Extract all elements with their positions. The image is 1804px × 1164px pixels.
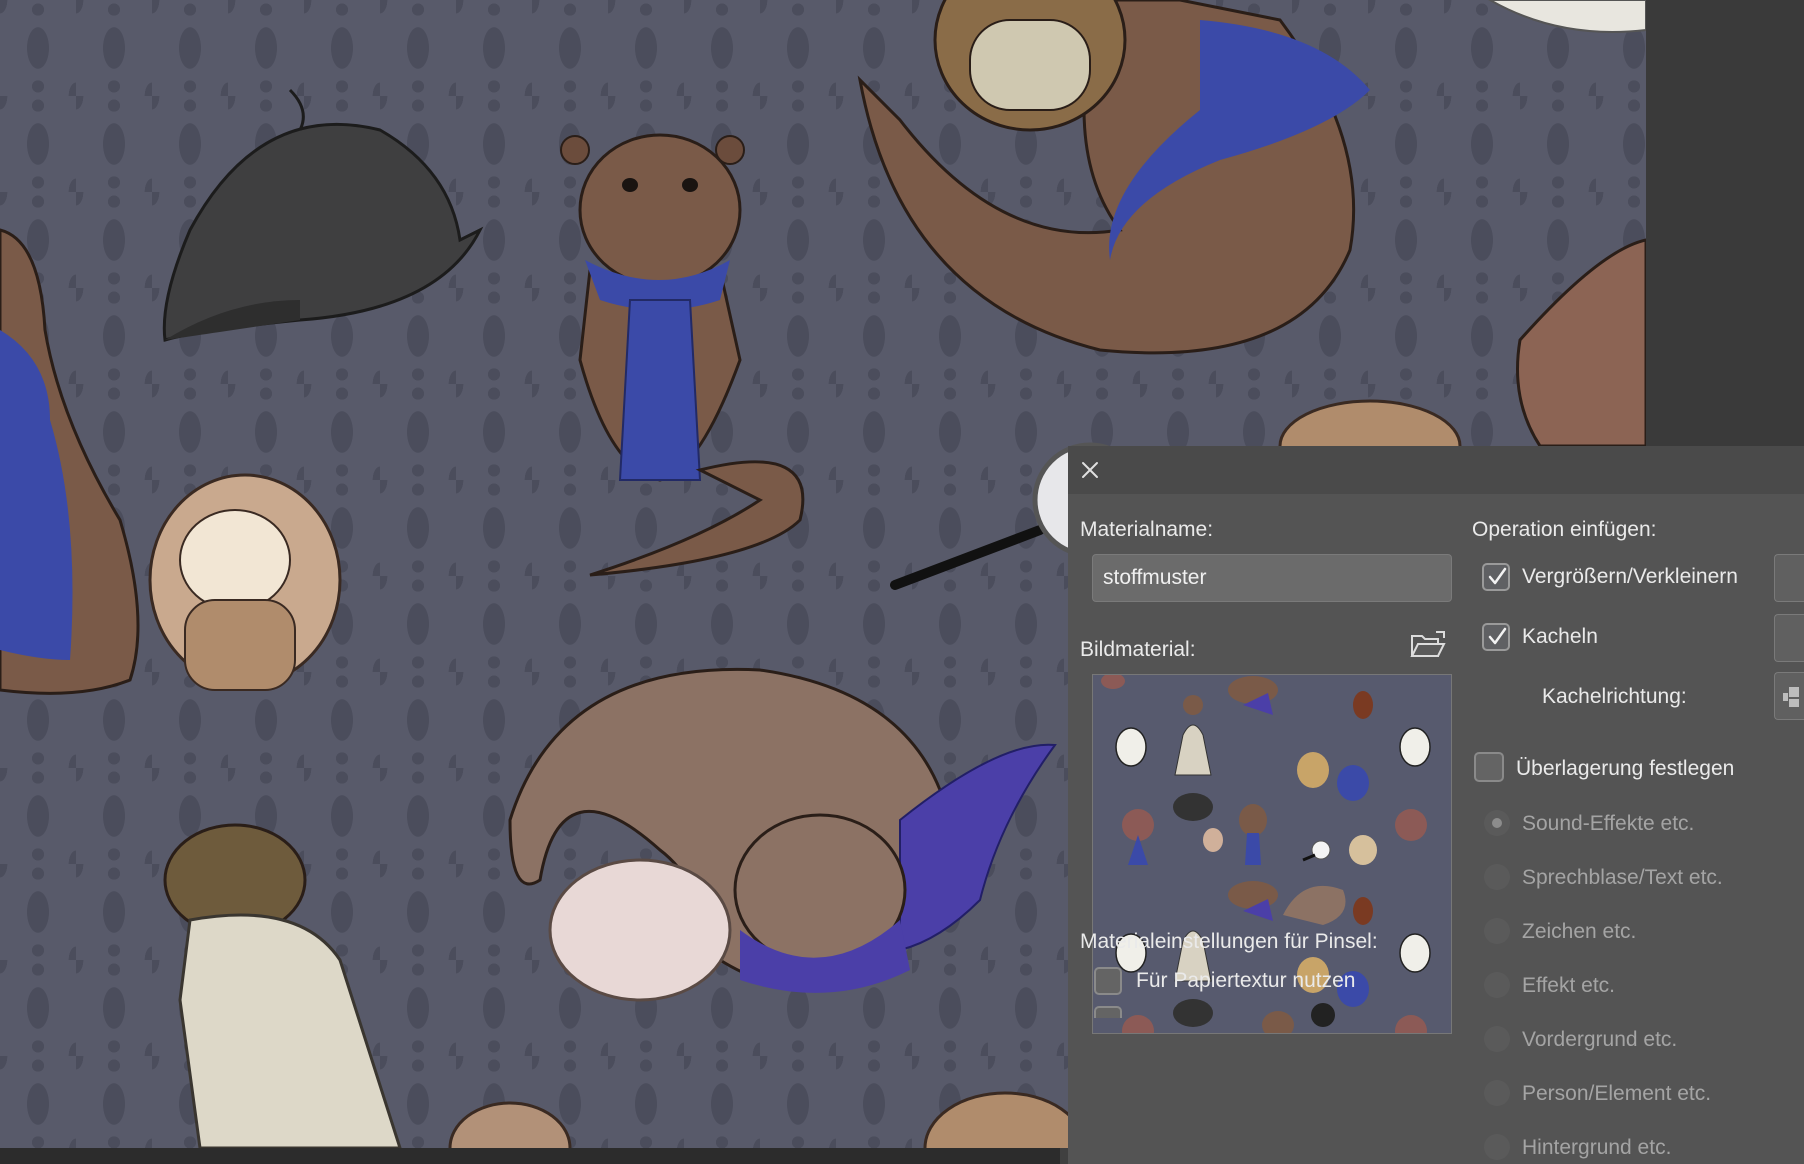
- layer-type-radio-effect[interactable]: [1484, 972, 1510, 998]
- close-icon[interactable]: [1078, 458, 1102, 482]
- layer-type-label-effect: Effekt etc.: [1522, 974, 1615, 997]
- tile-direction-button[interactable]: [1774, 672, 1804, 720]
- scale-checkbox[interactable]: [1482, 563, 1510, 591]
- layer-type-label-person: Person/Element etc.: [1522, 1082, 1712, 1105]
- canvas-outer-area: [1646, 0, 1804, 446]
- hedgehog-illustration: [148, 473, 342, 691]
- brush-settings-label: Materialeinstellungen für Pinsel:: [1080, 930, 1378, 953]
- overlay-checkbox[interactable]: [1474, 752, 1504, 782]
- layer-type-label-speech-bubble: Sprechblase/Text etc.: [1522, 866, 1723, 889]
- layer-type-label-background: Hintergrund etc.: [1522, 1136, 1672, 1159]
- canvas-bottom-bar: [0, 1148, 1060, 1164]
- layer-type-label-sound-effects: Sound-Effekte etc.: [1522, 812, 1695, 835]
- paper-texture-checkbox[interactable]: [1094, 967, 1122, 995]
- otter-in-coat-illustration: [163, 823, 402, 1148]
- otter-with-scarf-illustration: [560, 133, 805, 577]
- paste-operation-label: Operation einfügen:: [1472, 518, 1657, 541]
- brush-tip-checkbox[interactable]: [1094, 1006, 1122, 1018]
- material-name-input[interactable]: [1092, 554, 1452, 602]
- register-material-dialog: Materialname: Bildmaterial:: [1068, 446, 1804, 1164]
- overlay-label: Überlagerung festlegen: [1516, 757, 1735, 780]
- layer-type-radio-person[interactable]: [1484, 1080, 1510, 1106]
- layer-type-radio-background[interactable]: [1484, 1134, 1510, 1160]
- layer-type-radio-speech-bubble[interactable]: [1484, 864, 1510, 890]
- tile-mode-dropdown[interactable]: [1774, 614, 1804, 662]
- layer-type-radio-sound-effects[interactable]: [1484, 810, 1510, 836]
- otter-and-hedgehog-illustration: [508, 667, 1057, 1002]
- dialog-titlebar: [1068, 446, 1804, 494]
- left-otter-illustration: [0, 228, 140, 695]
- folder-open-icon[interactable]: [1408, 628, 1448, 662]
- image-material-label: Bildmaterial:: [1080, 638, 1196, 661]
- tile-checkbox[interactable]: [1482, 623, 1510, 651]
- tile-label: Kacheln: [1522, 625, 1598, 648]
- layer-type-label-characters: Zeichen etc.: [1522, 920, 1637, 943]
- sleeping-otter-illustration: [857, 0, 1370, 355]
- paper-texture-label: Für Papiertextur nutzen: [1136, 969, 1356, 992]
- tile-direction-label: Kachelrichtung:: [1542, 685, 1687, 708]
- layer-type-radio-foreground[interactable]: [1484, 1026, 1510, 1052]
- material-name-label: Materialname:: [1080, 518, 1214, 541]
- scale-mode-dropdown[interactable]: [1774, 554, 1804, 602]
- layer-type-radio-characters[interactable]: [1484, 918, 1510, 944]
- layer-type-label-foreground: Vordergrund etc.: [1522, 1028, 1678, 1051]
- tile-direction-icon: [1783, 687, 1799, 707]
- deerstalker-hat-illustration: [162, 88, 484, 342]
- scale-label: Vergrößern/Verkleinern: [1522, 565, 1738, 588]
